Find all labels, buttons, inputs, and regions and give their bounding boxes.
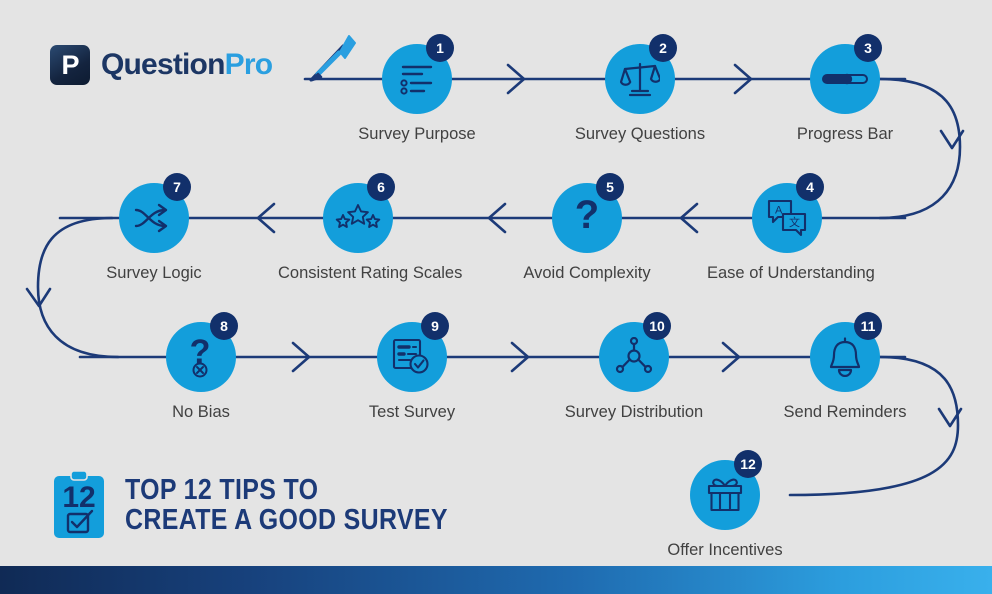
gift-box-icon <box>707 478 743 512</box>
step-badge-10: 10 <box>643 312 671 340</box>
bell-icon <box>829 337 861 377</box>
step-node-4[interactable]: A 文 4 Ease of Understanding <box>707 173 875 283</box>
step-label-1: Survey Purpose <box>358 125 476 143</box>
step-label-8: No Bias <box>172 403 230 421</box>
step-node-2[interactable]: 2 Survey Questions <box>560 34 720 144</box>
step-disc-1: 1 <box>382 34 454 114</box>
step-badge-8: 8 <box>210 312 238 340</box>
clipboard-icon: 12 <box>52 470 106 540</box>
step-badge-11: 11 <box>854 312 882 340</box>
arrowhead-8-9 <box>291 341 311 373</box>
title-line-2: CREATE A GOOD SURVEY <box>125 504 448 536</box>
svg-text:?: ? <box>190 335 211 371</box>
step-node-3[interactable]: 3 Progress Bar <box>765 34 925 144</box>
clipboard-number: 12 <box>62 481 95 514</box>
share-nodes-icon <box>615 337 653 374</box>
infographic-canvas: P QuestionPro 1 Survey Purpose 2 Survey … <box>0 0 992 594</box>
step-label-4: Ease of Understanding <box>707 264 875 282</box>
step-label-12: Offer Incentives <box>667 541 783 559</box>
list-lines-icon <box>400 65 433 95</box>
title-line-1: TOP 12 TIPS TO <box>125 473 319 506</box>
step-label-10: Survey Distribution <box>564 403 704 421</box>
questionpro-logo[interactable]: P QuestionPro <box>50 45 273 85</box>
bottom-title-block: 12 TOP 12 TIPS TO CREATE A GOOD SURVEY <box>52 470 500 540</box>
question-mark-x-icon: ? <box>190 335 211 378</box>
logo-word-pro: Pro <box>224 48 273 81</box>
logo-glyph: P <box>61 49 79 80</box>
logo-word-question: Question <box>101 48 225 81</box>
arrowhead-left-turn <box>25 287 52 308</box>
step-node-12[interactable]: 12 Offer Incentives <box>645 450 805 560</box>
step-label-3: Progress Bar <box>796 125 894 143</box>
svg-text:文: 文 <box>789 215 800 229</box>
step-disc-10: 10 <box>599 312 671 392</box>
step-badge-6: 6 <box>367 173 395 201</box>
step-node-6[interactable]: 6 Consistent Rating Scales <box>278 173 463 283</box>
step-disc-5: ? 5 <box>552 173 624 253</box>
step-label-5: Avoid Complexity <box>523 264 651 282</box>
progress-slider-icon <box>822 73 868 85</box>
arrowhead-2-3 <box>733 63 753 95</box>
step-label-6: Consistent Rating Scales <box>278 264 463 282</box>
step-badge-12: 12 <box>734 450 762 478</box>
step-label-7: Survey Logic <box>106 264 202 282</box>
bottom-gradient-bar <box>0 566 992 594</box>
question-mark-icon: ? <box>575 198 599 237</box>
arrowhead-1-2 <box>506 63 526 95</box>
step-disc-4: A 文 4 <box>752 173 824 253</box>
step-disc-9: 9 <box>377 312 449 392</box>
step-badge-4: 4 <box>796 173 824 201</box>
step-badge-5: 5 <box>596 173 624 201</box>
step-node-5[interactable]: ? 5 Avoid Complexity <box>507 173 667 283</box>
step-label-9: Test Survey <box>368 403 456 421</box>
three-stars-icon <box>335 204 381 228</box>
step-disc-3: 3 <box>810 34 882 114</box>
step-disc-12: 12 <box>690 450 762 530</box>
arrowhead-right-turn-bottom <box>937 407 963 428</box>
document-check-icon <box>392 338 429 374</box>
step-node-9[interactable]: 9 Test Survey <box>332 312 492 422</box>
step-label-2: Survey Questions <box>574 125 706 143</box>
arrowhead-6-7 <box>256 202 276 234</box>
arrowhead-10-11 <box>721 341 741 373</box>
arrowhead-5-6 <box>487 202 507 234</box>
translate-chat-bubbles-icon: A 文 <box>767 199 807 237</box>
step-node-10[interactable]: 10 Survey Distribution <box>554 312 714 422</box>
arrowhead-4-5 <box>679 202 699 234</box>
shuffle-arrows-icon <box>134 203 168 233</box>
step-badge-7: 7 <box>163 173 191 201</box>
arrowhead-right-turn-top <box>939 129 965 150</box>
step-badge-1: 1 <box>426 34 454 62</box>
step-badge-3: 3 <box>854 34 882 62</box>
step-node-1[interactable]: 1 Survey Purpose <box>337 34 497 144</box>
svg-text:A: A <box>775 205 783 217</box>
step-node-8[interactable]: ? 8 No Bias <box>121 312 281 422</box>
step-disc-6: 6 <box>323 173 395 253</box>
svg-text:?: ? <box>575 198 599 237</box>
step-disc-11: 11 <box>810 312 882 392</box>
step-disc-8: ? 8 <box>166 312 238 392</box>
balance-scale-icon <box>620 62 660 97</box>
title-text: TOP 12 TIPS TO CREATE A GOOD SURVEY <box>125 475 448 535</box>
step-badge-2: 2 <box>649 34 677 62</box>
step-node-7[interactable]: 7 Survey Logic <box>74 173 234 283</box>
logo-wordmark: QuestionPro <box>101 48 273 82</box>
logo-mark-icon: P <box>50 45 90 85</box>
step-badge-9: 9 <box>421 312 449 340</box>
step-disc-7: 7 <box>119 173 191 253</box>
step-disc-2: 2 <box>605 34 677 114</box>
step-node-11[interactable]: 11 Send Reminders <box>765 312 925 422</box>
step-label-11: Send Reminders <box>783 403 907 421</box>
arrowhead-9-10 <box>510 341 530 373</box>
